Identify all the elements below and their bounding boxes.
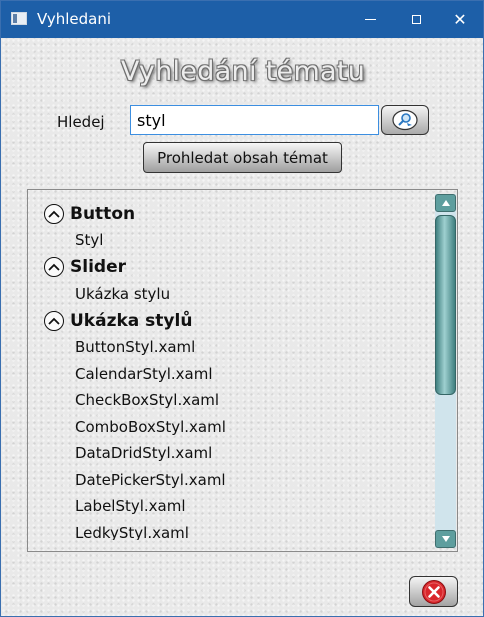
maximize-button[interactable]: [393, 1, 439, 38]
scroll-up-button[interactable]: [435, 194, 456, 212]
tree-group-button[interactable]: Button: [28, 200, 433, 227]
search-label: Hledej: [57, 113, 105, 131]
tree-item[interactable]: DatePickerStyl.xaml: [28, 467, 433, 494]
results-list: Button Styl Slider Ukázka stylu Ukázka s…: [28, 200, 433, 540]
search-topics-button[interactable]: Prohledat obsah témat: [143, 142, 342, 173]
tree-group-title: Button: [70, 203, 136, 224]
minimize-button[interactable]: [347, 1, 393, 38]
search-button[interactable]: [381, 105, 429, 135]
tree-item[interactable]: CalendarStyl.xaml: [28, 361, 433, 388]
tree-group-title: Ukázka stylů: [70, 310, 193, 331]
collapse-icon[interactable]: [44, 203, 64, 224]
app-icon: [11, 12, 27, 25]
minimize-icon: [364, 19, 376, 20]
tree-item[interactable]: Styl: [28, 227, 433, 254]
results-tree: Button Styl Slider Ukázka stylu Ukázka s…: [27, 189, 458, 552]
close-icon: ✕: [453, 9, 467, 29]
tree-group-style-samples[interactable]: Ukázka stylů: [28, 307, 433, 334]
scroll-thumb[interactable]: [435, 215, 456, 395]
vertical-scrollbar[interactable]: [435, 194, 456, 548]
arrow-up-icon: [441, 200, 450, 206]
tree-group-title: Slider: [70, 257, 126, 277]
tree-item[interactable]: ButtonStyl.xaml: [28, 334, 433, 361]
tree-item[interactable]: LedkyStyl.xaml: [28, 520, 433, 541]
content-area: Vyhledání tématu Hledej Prohledat obsah …: [1, 38, 483, 616]
tree-item[interactable]: Ukázka stylu: [28, 281, 433, 308]
window-title: Vyhledani: [37, 10, 112, 28]
title-bar[interactable]: Vyhledani ✕: [1, 1, 483, 38]
page-title: Vyhledání tématu: [120, 56, 366, 87]
arrow-down-icon: [441, 536, 450, 542]
tree-group-slider[interactable]: Slider: [28, 254, 433, 281]
close-circle-icon: [421, 579, 446, 604]
search-icon: [392, 109, 418, 131]
search-input[interactable]: [130, 105, 379, 135]
app-window: Vyhledani ✕ Vyhledání tématu Hledej Proh…: [0, 0, 484, 617]
tree-item[interactable]: DataDridStyl.xaml: [28, 440, 433, 467]
tree-item[interactable]: LabelStyl.xaml: [28, 493, 433, 520]
tree-item[interactable]: ComboBoxStyl.xaml: [28, 414, 433, 441]
maximize-icon: [411, 15, 421, 24]
collapse-icon[interactable]: [44, 310, 64, 331]
collapse-icon[interactable]: [44, 257, 64, 277]
tree-item[interactable]: CheckBoxStyl.xaml: [28, 387, 433, 414]
exit-button[interactable]: [409, 576, 458, 607]
close-button[interactable]: ✕: [437, 1, 483, 38]
scroll-down-button[interactable]: [435, 530, 456, 548]
